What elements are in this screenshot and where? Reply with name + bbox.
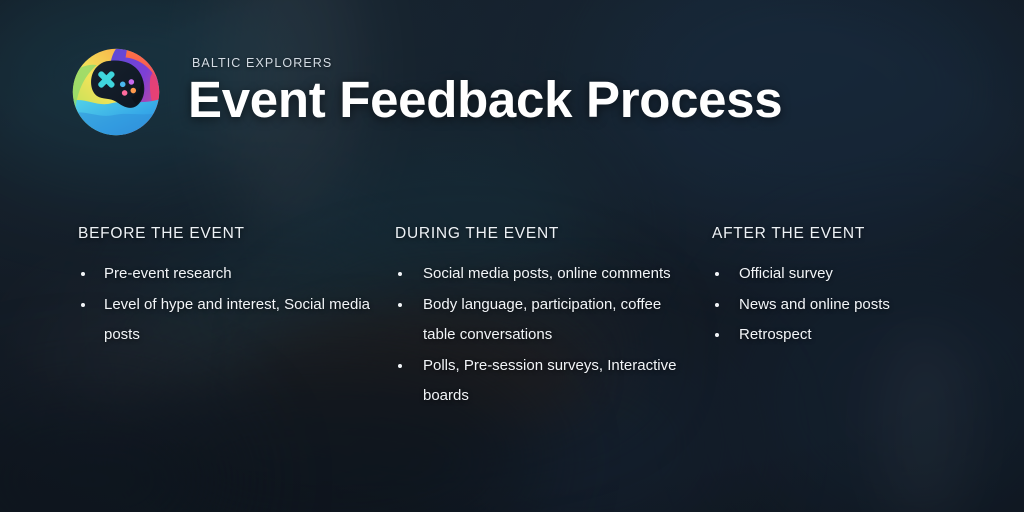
column-heading-before: BEFORE THE EVENT xyxy=(78,225,245,242)
list-item: Social media posts, online comments xyxy=(395,259,695,290)
list-item: Level of hype and interest, Social media… xyxy=(78,290,378,351)
bullet-dot-icon xyxy=(715,333,719,337)
list-item-text: Level of hype and interest, Social media… xyxy=(104,295,370,344)
list-item: Pre-event research xyxy=(78,259,378,290)
bullet-dot-icon xyxy=(398,272,402,276)
column-heading-during: DURING THE EVENT xyxy=(395,225,560,242)
list-item: Body language, participation, coffee tab… xyxy=(395,290,695,351)
column-during: DURING THE EVENT Social media posts, onl… xyxy=(395,225,695,412)
content-columns: BEFORE THE EVENT Pre-event research Leve… xyxy=(78,225,978,412)
bullet-dot-icon xyxy=(715,302,719,307)
gamepad-circle-logo-icon xyxy=(68,44,164,140)
bullet-dot-icon xyxy=(715,272,719,276)
list-item-text: Retrospect xyxy=(739,326,812,343)
column-after: AFTER THE EVENT Official survey News and… xyxy=(712,225,1012,412)
slide-canvas: BALTIC EXPLORERS Event Feedback Process … xyxy=(0,0,1024,512)
list-item-text: Official survey xyxy=(739,265,833,282)
list-item-text: Social media posts, online comments xyxy=(423,265,671,282)
slide-header: BALTIC EXPLORERS Event Feedback Process xyxy=(68,44,783,140)
list-item: News and online posts xyxy=(712,290,1012,321)
bullet-dot-icon xyxy=(398,363,402,368)
list-item-text: Body language, participation, coffee tab… xyxy=(423,295,662,344)
list-item: Retrospect xyxy=(712,320,1012,351)
bullet-dot-icon xyxy=(81,302,85,307)
list-item: Polls, Pre-session surveys, Interactive … xyxy=(395,351,695,412)
list-item-text: Pre-event research xyxy=(104,265,232,282)
column-heading-after: AFTER THE EVENT xyxy=(712,225,866,242)
title-block: BALTIC EXPLORERS Event Feedback Process xyxy=(188,55,783,128)
bullet-list-during: Social media posts, online comments Body… xyxy=(395,259,695,412)
page-title: Event Feedback Process xyxy=(188,70,783,128)
column-before: BEFORE THE EVENT Pre-event research Leve… xyxy=(78,225,378,412)
bullet-dot-icon xyxy=(81,272,85,276)
list-item: Official survey xyxy=(712,259,1012,290)
bullet-list-after: Official survey News and online posts Re… xyxy=(712,259,1012,351)
bullet-dot-icon xyxy=(398,302,402,307)
bullet-list-before: Pre-event research Level of hype and int… xyxy=(78,259,378,351)
brand-eyebrow: BALTIC EXPLORERS xyxy=(192,55,333,70)
list-item-text: Polls, Pre-session surveys, Interactive … xyxy=(423,356,677,405)
list-item-text: News and online posts xyxy=(739,295,890,313)
